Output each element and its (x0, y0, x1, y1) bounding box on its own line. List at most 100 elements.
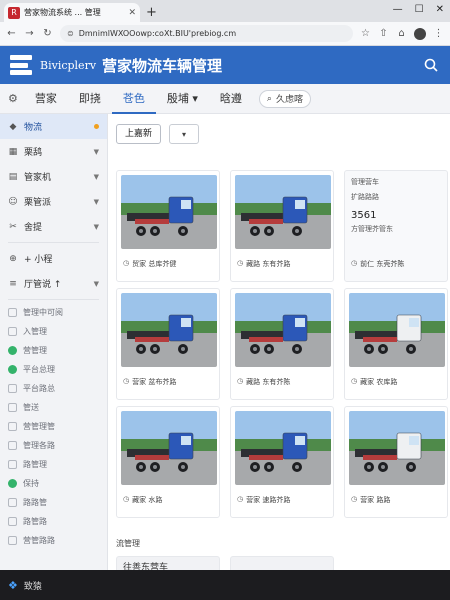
card-caption-text: 营家 盆布芥路 (132, 378, 177, 386)
clock-icon: ◷ (237, 377, 244, 385)
sidebar-item-2[interactable]: ▦ 栗鸹 ▼ (0, 139, 107, 164)
vehicle-card[interactable]: ◷ 营家 盆布芥路 (116, 288, 220, 400)
toolbar: 上嘉新 ▾ (108, 114, 450, 154)
vehicle-card[interactable]: ◷ 藏路 东有芥陈 (230, 288, 334, 400)
sidebar-item-5[interactable]: ✂ 舍提 ▼ (0, 214, 107, 239)
close-tab-icon[interactable]: ✕ (128, 8, 136, 18)
add-new-button[interactable]: 上嘉新 (116, 124, 162, 144)
menu-icon[interactable]: ⋮ (433, 28, 444, 39)
sidebar-subitem[interactable]: 管理各路 (0, 436, 107, 455)
checkbox-icon (8, 460, 17, 469)
sidebar-subitem-label: 入管理 (23, 327, 47, 336)
checkbox-icon (8, 327, 17, 336)
url-text: DmnimlWXOOowp:coXt.BIU'prebiog.cm (78, 29, 237, 38)
vehicle-card[interactable]: ◷ 营家 速路芥路 (230, 406, 334, 518)
sidebar-item-6[interactable]: ⊕ + 小程 (0, 246, 107, 271)
vehicle-card[interactable]: ◷ 藏路 东有芥路 (230, 170, 334, 282)
chevron-down-icon: ▼ (93, 279, 99, 288)
sidebar-subitem[interactable]: 管理中可阅 (0, 303, 107, 322)
sidebar-item-3[interactable]: ▤ 管家机 ▼ (0, 164, 107, 189)
sidebar-subitem[interactable]: 营管路路 (0, 531, 107, 550)
card-caption-text: 贸家 总库芥健 (132, 260, 177, 268)
sidebar-subitem-label: 管理各路 (23, 441, 55, 450)
sidebar-subitem-label: 管送 (23, 403, 39, 412)
plus-icon: ⊕ (9, 253, 17, 264)
main-content: 上嘉新 ▾ ◷ 贸家 总库芥健 ◷ 藏路 东有芥路 管理营车 扩路路路 3561 方… (108, 114, 450, 570)
sidebar-subitem[interactable]: 管送 (0, 398, 107, 417)
nav-search-button[interactable]: ⌕ 久虑喀 (258, 89, 311, 108)
home-icon[interactable]: ⌂ (396, 28, 407, 39)
checkbox-icon (8, 498, 17, 507)
close-window-icon[interactable]: ✕ (436, 4, 444, 15)
clock-icon: ◷ (351, 259, 358, 267)
reload-icon[interactable]: ↻ (42, 28, 53, 39)
card-caption-text: 藏路 东有芥陈 (246, 378, 291, 386)
nav-item-active[interactable]: 苍色 (111, 84, 156, 114)
app-launcher-icon[interactable]: ❖ (8, 579, 18, 592)
site-info-icon[interactable]: ⊜ (67, 29, 74, 38)
checkbox-icon (8, 536, 17, 545)
sidebar-subitem[interactable]: 路管理 (0, 455, 107, 474)
nav-search-label: 久虑喀 (275, 95, 303, 105)
sidebar-item-label: + 小程 (24, 255, 53, 265)
star-icon[interactable]: ☆ (360, 28, 371, 39)
vehicle-card[interactable]: ◷ 藏家 水路 (116, 406, 220, 518)
nav-item-home[interactable]: 营家 (24, 84, 68, 114)
card-caption: ◷ 藏路 东有芥路 (237, 259, 290, 269)
vehicle-card[interactable]: ◷ 营家 路路 (344, 406, 448, 518)
sidebar-item-logistics[interactable]: ◆ 物流 (0, 114, 107, 139)
sidebar-item-label: 舍提 (24, 223, 43, 233)
summary-card[interactable]: 管理营车 扩路路路 3561 方管理芥管东 ◷ 前仁 东壳芥陈 (344, 170, 448, 282)
back-icon[interactable]: ← (6, 28, 17, 39)
status-dot-icon (8, 479, 17, 488)
sidebar-subitem[interactable]: 入管理 (0, 322, 107, 341)
card-caption-text: 营家 路路 (360, 496, 391, 504)
document-icon: ▤ (8, 171, 18, 182)
options-dropdown[interactable]: ▾ (169, 124, 200, 144)
vehicle-card[interactable]: ◷ 藏家 农库路 (344, 288, 448, 400)
nav-item-5[interactable]: 晗遵 (209, 84, 253, 114)
sidebar-subitem-label: 管理中可阅 (23, 308, 63, 317)
sidebar-item-4[interactable]: ☺ 栗管派 ▼ (0, 189, 107, 214)
sidebar-subitem[interactable]: 营管理 (0, 341, 107, 360)
partial-card[interactable]: 往善东营车 (116, 556, 220, 570)
search-icon[interactable] (424, 58, 438, 72)
browser-tab-bar: R 营家物流系统 ... 管理 ✕ + — ☐ ✕ (0, 0, 450, 22)
sidebar-item-7[interactable]: ≡ 厅管说 ↑ ▼ (0, 271, 107, 296)
sidebar-item-label: 物流 (24, 123, 43, 133)
upload-icon[interactable]: ⇧ (378, 28, 389, 39)
sidebar-subitem[interactable]: 路路管 (0, 493, 107, 512)
truck-photo (121, 175, 217, 249)
settings-icon[interactable]: ⚙ (8, 92, 18, 105)
url-field[interactable]: ⊜ DmnimlWXOOowp:coXt.BIU'prebiog.cm (60, 25, 353, 42)
sidebar-subitem[interactable]: 保持 (0, 474, 107, 493)
status-dot-icon (8, 346, 17, 355)
sidebar-subitem[interactable]: 路管路 (0, 512, 107, 531)
summary-value: 3561 (351, 210, 377, 221)
nav-item-2[interactable]: 即挠 (68, 84, 112, 114)
truck-photo (349, 411, 445, 485)
clock-icon: ◷ (123, 259, 130, 267)
app-header: Bivicplerv 营家物流车辆管理 (0, 46, 450, 84)
user-icon: ☺ (8, 196, 18, 207)
sidebar-item-label: 管家机 (24, 173, 52, 183)
vehicle-card[interactable]: ◷ 贸家 总库芥健 (116, 170, 220, 282)
maximize-icon[interactable]: ☐ (415, 4, 424, 15)
checkbox-icon (8, 308, 17, 317)
partial-card-empty[interactable] (230, 556, 334, 570)
card-caption-text: 藏家 水路 (132, 496, 163, 504)
clock-icon: ◷ (351, 495, 358, 503)
sidebar-subitem[interactable]: 平台总理 (0, 360, 107, 379)
nav-item-dropdown[interactable]: 殷埔 ▾ (156, 84, 209, 114)
new-tab-button[interactable]: + (146, 5, 157, 20)
chevron-down-icon: ▼ (93, 197, 99, 206)
sidebar-subitem[interactable]: 平台路总 (0, 379, 107, 398)
sidebar-subitem[interactable]: 营管理管 (0, 417, 107, 436)
forward-icon[interactable]: → (24, 28, 35, 39)
browser-tab[interactable]: R 营家物流系统 ... 管理 ✕ (4, 3, 140, 22)
notification-dot (94, 124, 99, 129)
profile-avatar[interactable] (414, 27, 426, 40)
card-caption-text: 藏家 农库路 (360, 378, 398, 386)
sidebar-subitem-label: 路管理 (23, 460, 47, 469)
minimize-icon[interactable]: — (393, 4, 403, 15)
